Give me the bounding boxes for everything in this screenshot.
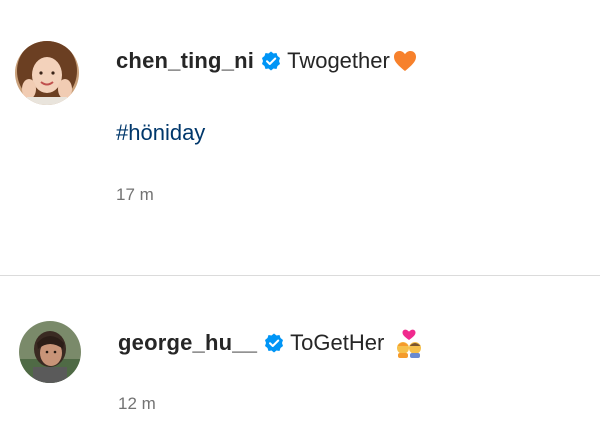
avatar[interactable] [19, 321, 81, 383]
verified-badge-icon [261, 51, 281, 71]
comment-header: chen_ting_ni Twogether [116, 46, 417, 76]
timestamp[interactable]: 12 m [118, 394, 156, 414]
comment-item: chen_ting_ni Twogether #höniday 17 m [0, 0, 600, 275]
username[interactable]: chen_ting_ni [116, 48, 254, 74]
couple-with-heart-icon [394, 328, 424, 358]
timestamp[interactable]: 17 m [116, 185, 154, 205]
comment-text: ToGetHer [290, 330, 385, 355]
verified-badge-icon [264, 333, 284, 353]
hashtag-link[interactable]: #höniday [116, 120, 205, 146]
comment-header: george_hu__ ToGetHer [118, 328, 424, 358]
comment-item: george_hu__ ToGetHer 12 m [0, 276, 600, 443]
avatar[interactable] [15, 41, 79, 105]
comment-text: Twogether [287, 48, 390, 73]
username[interactable]: george_hu__ [118, 330, 257, 356]
orange-heart-icon [393, 50, 417, 72]
